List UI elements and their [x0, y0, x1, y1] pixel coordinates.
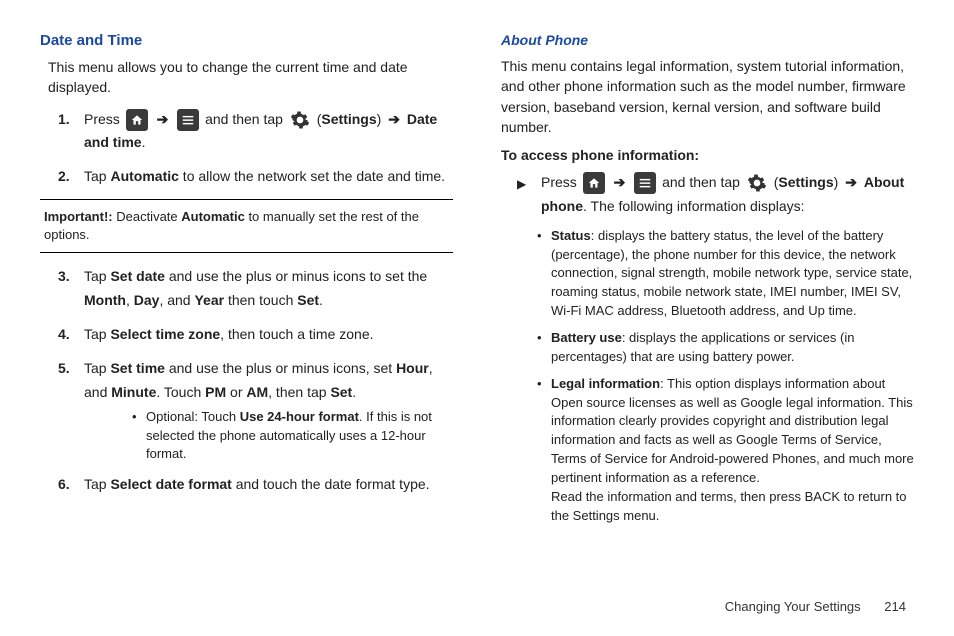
page-number: 214: [884, 599, 906, 614]
page-footer: Changing Your Settings 214: [725, 599, 906, 614]
step-body: Tap Select date format and touch the dat…: [84, 473, 453, 497]
arrow-icon: ➔: [157, 111, 169, 127]
step-number: 3.: [58, 265, 84, 313]
home-icon: [583, 172, 605, 194]
info-list: • Status: displays the battery status, t…: [537, 227, 914, 526]
step-2: 2. Tap Automatic to allow the network se…: [58, 165, 453, 189]
date-time-steps: 1. Press ➔ and then tap (Settings) ➔: [58, 108, 453, 189]
step-3: 3. Tap Set date and use the plus or minu…: [58, 265, 453, 313]
about-phone-intro: This menu contains legal information, sy…: [501, 56, 914, 137]
list-item: • Status: displays the battery status, t…: [537, 227, 914, 321]
arrow-icon: ➔: [614, 174, 626, 190]
step-number: 5.: [58, 357, 84, 463]
step-5-subitem: • Optional: Touch Use 24-hour format. If…: [132, 408, 453, 463]
step-body: Tap Set date and use the plus or minus i…: [84, 265, 453, 313]
access-steps: ▶ Press ➔ and then tap (Settings) ➔: [517, 171, 914, 219]
arrow-icon: ➔: [388, 111, 400, 127]
about-phone-heading: About Phone: [501, 32, 914, 48]
step-number: 6.: [58, 473, 84, 497]
date-time-steps-cont: 3. Tap Set date and use the plus or minu…: [58, 265, 453, 496]
list-item: • Battery use: displays the applications…: [537, 329, 914, 367]
date-time-heading: Date and Time: [40, 32, 453, 49]
triangle-bullet-icon: ▶: [517, 171, 541, 219]
section-title: Changing Your Settings: [725, 599, 861, 614]
access-step: ▶ Press ➔ and then tap (Settings) ➔: [517, 171, 914, 219]
home-icon: [126, 109, 148, 131]
step-6: 6. Tap Select date format and touch the …: [58, 473, 453, 497]
right-column: About Phone This menu contains legal inf…: [501, 32, 914, 533]
left-column: Date and Time This menu allows you to ch…: [40, 32, 453, 533]
gear-icon: [289, 109, 311, 131]
menu-icon: [634, 172, 656, 194]
step-1: 1. Press ➔ and then tap (Settings) ➔: [58, 108, 453, 156]
date-time-intro: This menu allows you to change the curre…: [48, 57, 453, 98]
step-5: 5. Tap Set time and use the plus or minu…: [58, 357, 453, 463]
step-body: Tap Select time zone, then touch a time …: [84, 323, 453, 347]
step-number: 4.: [58, 323, 84, 347]
important-note: Important!: Deactivate Automatic to manu…: [40, 199, 453, 253]
step-body: Tap Set time and use the plus or minus i…: [84, 357, 453, 463]
step-4: 4. Tap Select time zone, then touch a ti…: [58, 323, 453, 347]
step-number: 1.: [58, 108, 84, 156]
menu-icon: [177, 109, 199, 131]
list-item: • Legal information: This option display…: [537, 375, 914, 526]
step-body: Tap Automatic to allow the network set t…: [84, 165, 453, 189]
gear-icon: [746, 172, 768, 194]
arrow-icon: ➔: [845, 174, 857, 190]
access-heading: To access phone information:: [501, 147, 914, 163]
step-number: 2.: [58, 165, 84, 189]
two-column-layout: Date and Time This menu allows you to ch…: [40, 32, 914, 533]
step-body: Press ➔ and then tap (Settings) ➔ Date a…: [84, 108, 453, 156]
